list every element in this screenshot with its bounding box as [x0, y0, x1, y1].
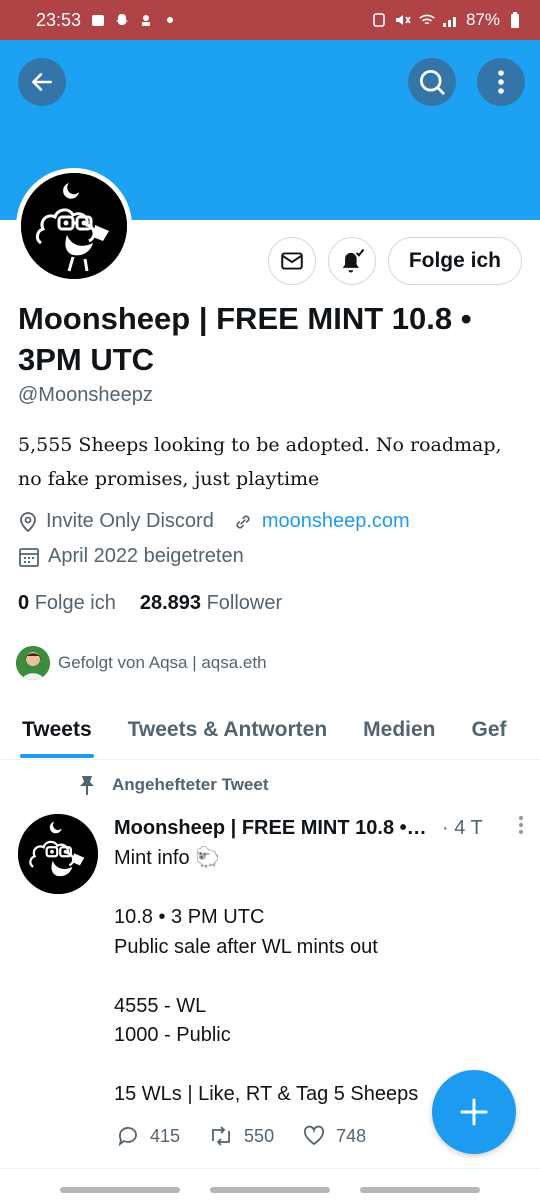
alarm-icon	[370, 11, 388, 29]
mail-icon	[281, 252, 303, 270]
reply-button[interactable]: 415	[116, 1124, 180, 1148]
heart-icon	[304, 1125, 325, 1146]
wifi-icon	[418, 11, 436, 29]
message-button[interactable]	[267, 237, 316, 285]
tweet-author-avatar[interactable]	[18, 814, 98, 894]
like-count: 748	[336, 1125, 367, 1146]
more-vertical-icon	[519, 816, 523, 834]
profile-location: Invite Only Discord	[46, 510, 214, 532]
like-button[interactable]: 748	[302, 1124, 366, 1148]
pinned-indicator: Angehefteter Tweet	[78, 774, 269, 796]
system-icons: 87%	[370, 10, 524, 30]
nav-home-button[interactable]	[210, 1187, 330, 1193]
snapchat-icon	[113, 11, 131, 29]
notification-app-icon	[89, 11, 107, 29]
tweet-line: 15 WLs | Like, RT & Tag 5 Sheeps	[114, 1083, 419, 1105]
tweet-line	[114, 874, 444, 904]
profile-tabs: Tweets Tweets & Antworten Medien Gef	[0, 700, 540, 760]
retweet-count: 550	[244, 1125, 275, 1146]
following-button[interactable]: Folge ich	[387, 237, 522, 285]
tweet-author-name[interactable]: Moonsheep | FREE MINT 10.8 • 3PM UTC	[114, 817, 432, 840]
dot-icon	[161, 11, 179, 29]
battery-icon	[506, 11, 524, 29]
profile-meta-row: Invite Only Discord moonsheep.com	[18, 510, 410, 533]
profile-actions: Folge ich	[267, 237, 522, 285]
tweet-line: 10.8 • 3 PM UTC	[114, 906, 265, 928]
tweet-line: 4555 - WL	[114, 994, 207, 1017]
pinned-label: Angehefteter Tweet	[112, 775, 269, 794]
profile-website-link[interactable]: moonsheep.com	[262, 510, 410, 533]
profile-avatar[interactable]	[16, 168, 132, 284]
nav-recents-button[interactable]	[60, 1187, 180, 1193]
tab-media[interactable]: Medien	[345, 700, 453, 759]
tweet-line	[114, 962, 444, 992]
tweet-line: Public sale after WL mints out	[114, 935, 378, 958]
notification-icons	[89, 11, 179, 29]
link-icon	[236, 514, 250, 529]
tweet-header: Moonsheep | FREE MINT 10.8 • 3PM UTC · 4…	[114, 815, 524, 841]
profile-bio: 5,555 Sheeps looking to be adopted. No r…	[18, 434, 502, 490]
more-options-button[interactable]	[477, 58, 525, 106]
followed-by-text: Gefolgt von Aqsa | aqsa.eth	[58, 653, 267, 672]
followers-label: Follower	[206, 592, 283, 614]
tab-likes[interactable]: Gef	[454, 700, 525, 759]
follow-counts: 0 Folge ich 28.893 Follower	[18, 592, 282, 615]
signal-icon	[442, 11, 460, 29]
following-count-link[interactable]: 0 Folge ich	[18, 592, 116, 615]
compose-tweet-button[interactable]	[432, 1070, 516, 1154]
status-time: 23:53	[36, 9, 82, 30]
pin-icon	[80, 776, 94, 795]
app-notification-icon	[137, 11, 155, 29]
profile-joined: April 2022 beigetreten	[48, 545, 244, 567]
tab-tweets-and-replies[interactable]: Tweets & Antworten	[110, 700, 346, 759]
followed-by[interactable]: Gefolgt von Aqsa | aqsa.eth	[16, 646, 267, 680]
tweet-line: 1000 - Public	[114, 1024, 231, 1046]
sheep-avatar-image	[21, 173, 127, 279]
more-vertical-icon	[498, 70, 504, 94]
following-count: 0	[18, 592, 30, 614]
tweet-actions: 415 550 748	[116, 1124, 394, 1148]
bell-check-icon	[342, 248, 365, 273]
status-bar: 23:53 87%	[0, 0, 540, 40]
plus-icon	[460, 1098, 488, 1126]
search-button[interactable]	[408, 58, 456, 106]
tab-tweets[interactable]: Tweets	[0, 700, 110, 759]
profile-handle: @Moonsheepz	[18, 384, 153, 406]
profile-name: Moonsheep | FREE MINT 10.8 • 3PM UTC	[18, 301, 472, 377]
retweet-button[interactable]: 550	[208, 1124, 274, 1148]
location-icon	[20, 511, 36, 532]
battery-percent: 87%	[465, 10, 500, 29]
profile-joined-row: April 2022 beigetreten	[18, 545, 244, 568]
system-navigation-bar	[0, 1168, 540, 1200]
calendar-icon	[19, 547, 39, 567]
reply-count: 415	[150, 1125, 181, 1146]
followers-count: 28.893	[139, 592, 202, 614]
reply-icon	[118, 1127, 137, 1147]
followers-count-link[interactable]: 28.893 Follower	[140, 592, 282, 615]
mute-icon	[394, 11, 412, 29]
retweet-icon	[212, 1126, 230, 1146]
follower-avatar	[16, 646, 50, 680]
nav-back-button[interactable]	[360, 1187, 480, 1193]
tweet-more-button[interactable]	[518, 815, 524, 841]
arrow-left-icon	[32, 73, 52, 91]
tweet-line	[114, 1051, 444, 1081]
notifications-button[interactable]	[327, 237, 376, 285]
tweet-text: Mint info 🐑 10.8 • 3 PM UTC Public sale …	[114, 844, 444, 1110]
back-button[interactable]	[18, 58, 66, 106]
tweet-line: Mint info 🐑	[114, 847, 221, 869]
following-label: Folge ich	[34, 592, 116, 614]
tweet-time: · 4 T	[442, 816, 483, 839]
search-icon	[420, 70, 445, 95]
